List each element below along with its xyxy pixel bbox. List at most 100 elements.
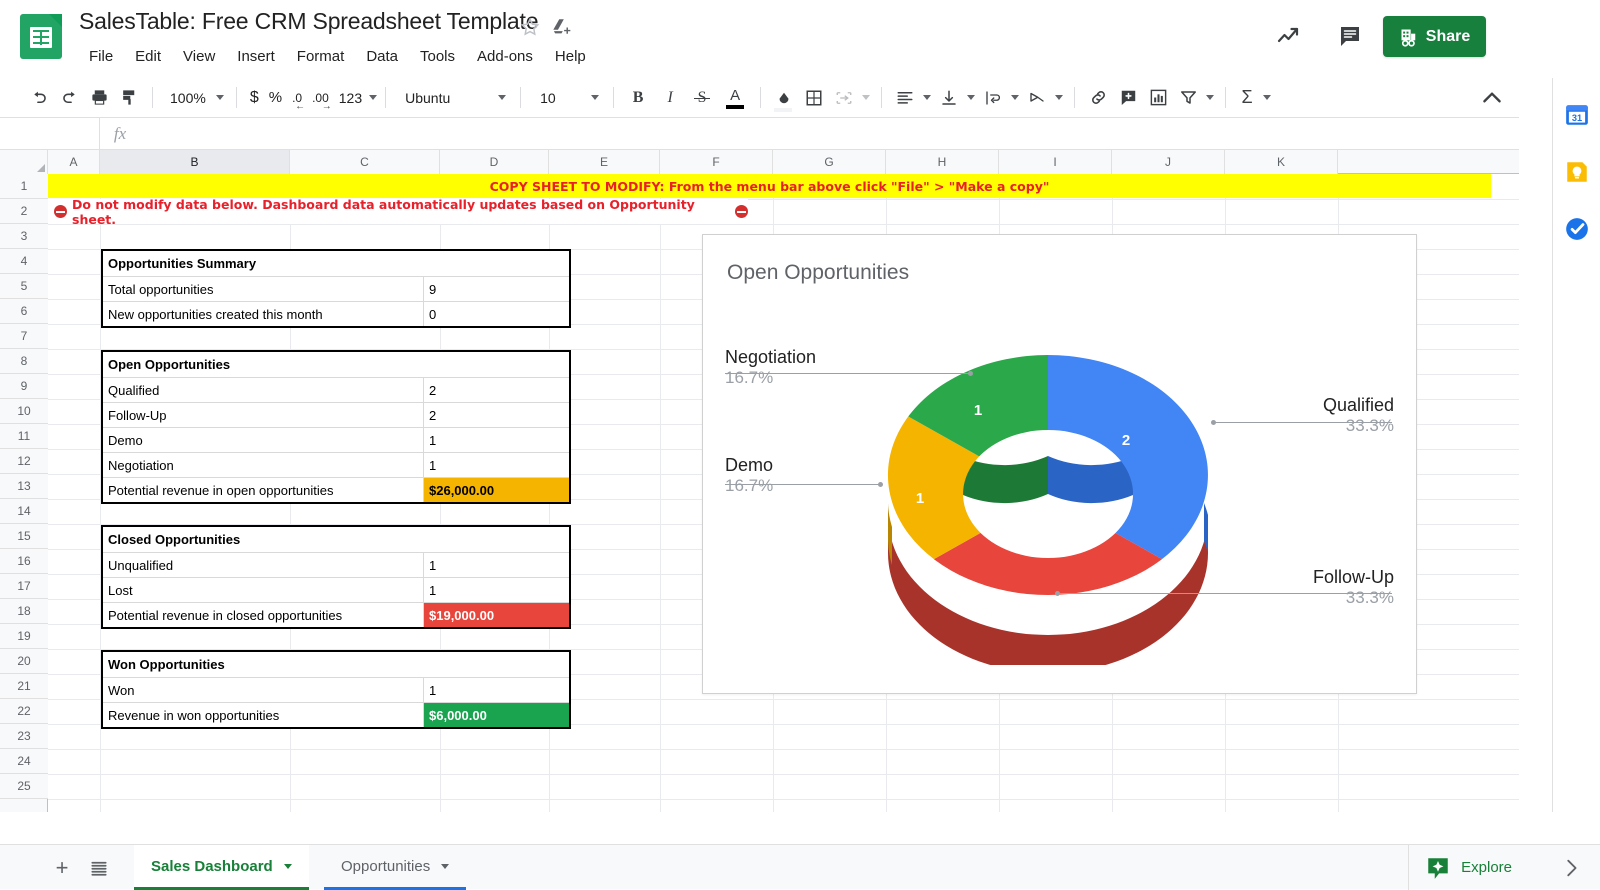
- text-rotation-icon[interactable]: [1022, 84, 1052, 112]
- chevron-down-icon[interactable]: [284, 864, 292, 869]
- create-filter-icon[interactable]: [1173, 84, 1203, 112]
- insert-link-icon[interactable]: [1083, 84, 1113, 112]
- collapse-toolbar-icon[interactable]: [1479, 85, 1505, 111]
- menu-add-ons[interactable]: Add-ons: [466, 46, 544, 67]
- text-wrap-icon[interactable]: [978, 84, 1008, 112]
- google-tasks-icon[interactable]: [1564, 216, 1590, 242]
- row-header-21[interactable]: 21: [0, 674, 48, 699]
- comment-icon[interactable]: [1337, 24, 1363, 48]
- row-header-4[interactable]: 4: [0, 249, 48, 274]
- row-header-16[interactable]: 16: [0, 549, 48, 574]
- activity-trend-icon[interactable]: [1276, 24, 1302, 48]
- undo-icon[interactable]: [24, 84, 54, 112]
- row-header-7[interactable]: 7: [0, 324, 48, 349]
- row-header-10[interactable]: 10: [0, 399, 48, 424]
- print-icon[interactable]: [84, 84, 114, 112]
- merge-options-chevron[interactable]: [859, 84, 873, 112]
- menu-data[interactable]: Data: [355, 46, 409, 67]
- column-header-f[interactable]: F: [660, 150, 773, 174]
- expand-panel-icon[interactable]: [1560, 857, 1582, 879]
- row-header-13[interactable]: 13: [0, 474, 48, 499]
- row-header-3[interactable]: 3: [0, 224, 48, 249]
- filter-chevron[interactable]: [1203, 84, 1217, 112]
- column-header-c[interactable]: C: [290, 150, 440, 174]
- rotation-chevron[interactable]: [1052, 84, 1066, 112]
- menu-help[interactable]: Help: [544, 46, 597, 67]
- column-header-j[interactable]: J: [1112, 150, 1225, 174]
- font-family-selector[interactable]: Ubuntu: [394, 84, 512, 112]
- font-size-selector[interactable]: 10: [529, 84, 605, 112]
- google-keep-icon[interactable]: [1564, 159, 1590, 185]
- italic-button[interactable]: I: [654, 84, 686, 112]
- insert-comment-icon[interactable]: [1113, 84, 1143, 112]
- decrease-decimal-button[interactable]: .0 ←: [287, 84, 307, 112]
- star-icon[interactable]: [519, 16, 541, 38]
- row-header-5[interactable]: 5: [0, 274, 48, 299]
- name-box[interactable]: [0, 118, 100, 150]
- chevron-down-icon[interactable]: [441, 864, 449, 869]
- row-header-18[interactable]: 18: [0, 599, 48, 624]
- share-button[interactable]: Share: [1383, 16, 1486, 57]
- chart-open-opportunities[interactable]: Open Opportunities: [702, 234, 1417, 694]
- percent-format-button[interactable]: %: [264, 84, 287, 112]
- menu-edit[interactable]: Edit: [124, 46, 172, 67]
- strikethrough-button[interactable]: S: [686, 84, 718, 112]
- google-calendar-icon[interactable]: 31: [1564, 102, 1590, 128]
- functions-chevron[interactable]: [1260, 84, 1274, 112]
- sheet-tab-sales-dashboard[interactable]: Sales Dashboard: [134, 845, 309, 890]
- move-to-drive-icon[interactable]: [551, 16, 573, 38]
- text-color-button[interactable]: A: [718, 84, 752, 112]
- row-header-25[interactable]: 25: [0, 774, 48, 799]
- row-header-15[interactable]: 15: [0, 524, 48, 549]
- document-title[interactable]: SalesTable: Free CRM Spreadsheet Templat…: [79, 8, 538, 35]
- row-header-8[interactable]: 8: [0, 349, 48, 374]
- row-header-22[interactable]: 22: [0, 699, 48, 724]
- paint-format-icon[interactable]: [114, 84, 144, 112]
- row-header-14[interactable]: 14: [0, 499, 48, 524]
- row-header-20[interactable]: 20: [0, 649, 48, 674]
- row-header-9[interactable]: 9: [0, 374, 48, 399]
- halign-chevron[interactable]: [920, 84, 934, 112]
- bold-button[interactable]: B: [622, 84, 654, 112]
- column-header-b[interactable]: B: [100, 150, 290, 174]
- currency-format-button[interactable]: $: [245, 84, 264, 112]
- select-all-corner[interactable]: [0, 150, 48, 174]
- row-header-17[interactable]: 17: [0, 574, 48, 599]
- insert-chart-icon[interactable]: [1143, 84, 1173, 112]
- add-sheet-icon[interactable]: +: [48, 855, 76, 881]
- menu-tools[interactable]: Tools: [409, 46, 466, 67]
- column-header-i[interactable]: I: [999, 150, 1112, 174]
- menu-file[interactable]: File: [78, 46, 124, 67]
- redo-icon[interactable]: [54, 84, 84, 112]
- row-header-2[interactable]: 2: [0, 199, 48, 224]
- borders-icon[interactable]: [799, 84, 829, 112]
- functions-button[interactable]: Σ: [1234, 84, 1260, 112]
- fill-color-icon[interactable]: [769, 84, 799, 112]
- row-header-12[interactable]: 12: [0, 449, 48, 474]
- valign-chevron[interactable]: [964, 84, 978, 112]
- wrap-chevron[interactable]: [1008, 84, 1022, 112]
- menu-view[interactable]: View: [172, 46, 226, 67]
- explore-button[interactable]: Explore: [1408, 845, 1528, 890]
- merge-cells-icon[interactable]: [829, 84, 859, 112]
- column-header-g[interactable]: G: [773, 150, 886, 174]
- row-header-23[interactable]: 23: [0, 724, 48, 749]
- sheet-tab-opportunities[interactable]: Opportunities: [324, 845, 466, 890]
- column-header-e[interactable]: E: [549, 150, 660, 174]
- menu-format[interactable]: Format: [286, 46, 356, 67]
- column-header-h[interactable]: H: [886, 150, 999, 174]
- row-header-24[interactable]: 24: [0, 749, 48, 774]
- vertical-align-icon[interactable]: [934, 84, 964, 112]
- increase-decimal-button[interactable]: .00 →: [307, 84, 334, 112]
- menu-insert[interactable]: Insert: [226, 46, 286, 67]
- row-header-6[interactable]: 6: [0, 299, 48, 324]
- column-header-k[interactable]: K: [1225, 150, 1338, 174]
- more-formats-button[interactable]: 123: [334, 84, 377, 112]
- column-header-a[interactable]: A: [48, 150, 100, 174]
- zoom-selector[interactable]: 100%: [161, 84, 228, 112]
- all-sheets-icon[interactable]: [85, 855, 113, 881]
- row-header-1[interactable]: 1: [0, 174, 48, 199]
- horizontal-align-icon[interactable]: [890, 84, 920, 112]
- column-header-d[interactable]: D: [440, 150, 549, 174]
- row-header-11[interactable]: 11: [0, 424, 48, 449]
